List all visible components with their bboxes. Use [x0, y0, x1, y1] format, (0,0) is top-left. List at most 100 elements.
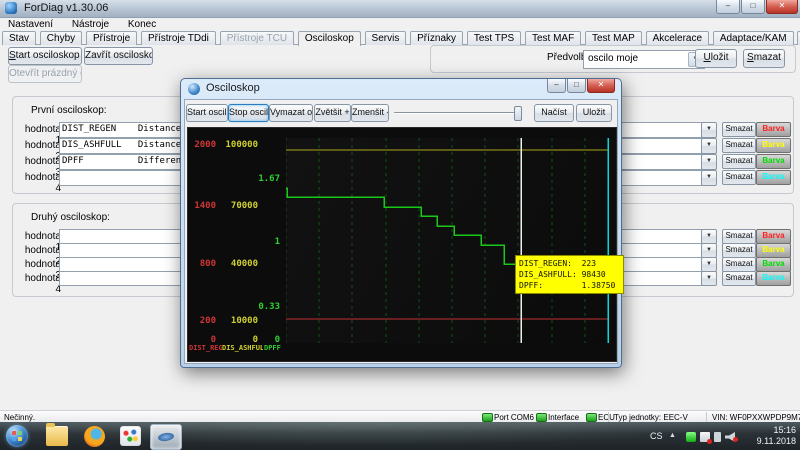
- clock-time: 15:16: [757, 425, 796, 436]
- dialog-maximize-button[interactable]: □: [567, 79, 586, 93]
- dropdown-arrow-button[interactable]: ▼: [701, 170, 717, 186]
- nacist-button[interactable]: Načíst: [534, 104, 574, 122]
- smazat-row-button[interactable]: Smazat: [722, 243, 756, 258]
- tab-pristroje[interactable]: Přístroje: [86, 31, 137, 45]
- preset-save-button[interactable]: Uložit: [695, 49, 737, 68]
- language-indicator[interactable]: CS: [650, 431, 663, 441]
- tab-test-tps[interactable]: Test TPS: [467, 31, 521, 45]
- start-button[interactable]: [6, 425, 28, 447]
- smazat-row-button[interactable]: Smazat: [722, 170, 756, 185]
- paint-icon[interactable]: [120, 426, 141, 446]
- tab-akcelerace[interactable]: Akcelerace: [646, 31, 709, 45]
- barva-row-button[interactable]: Barva: [756, 122, 791, 137]
- zoom-slider[interactable]: [394, 105, 522, 120]
- smazat-row-button[interactable]: Smazat: [722, 229, 756, 244]
- stop-oscil-button[interactable]: Stop oscil.: [228, 104, 269, 122]
- scope-plot[interactable]: DIST_REGEN: 223 DIS_ASHFULL: 98430 DPFF:…: [286, 138, 616, 343]
- prvni-osciloskop-title: První osciloskop:: [31, 105, 107, 116]
- explorer-icon[interactable]: [46, 426, 68, 446]
- series-label-dpff: DPFF: [264, 344, 288, 353]
- vin-label: VIN: WF0PXXWPDP9M7840: [712, 413, 800, 422]
- maximize-button[interactable]: □: [741, 0, 765, 14]
- firefox-icon[interactable]: [84, 426, 105, 447]
- dropdown-arrow-button[interactable]: ▼: [701, 257, 717, 272]
- ecu-led: [586, 413, 597, 422]
- barva-row-button[interactable]: Barva: [756, 243, 791, 258]
- dropdown-arrow-button[interactable]: ▼: [701, 154, 717, 170]
- ecu-label: ECU: [598, 413, 615, 422]
- dialog-close-button[interactable]: ✕: [587, 79, 615, 93]
- tray-action-center-icon[interactable]: [700, 432, 710, 442]
- tray-expand-icon[interactable]: ▲: [669, 432, 676, 439]
- tab-stav[interactable]: Stav: [2, 31, 36, 45]
- tab-test-maf[interactable]: Test MAF: [525, 31, 581, 45]
- zoom-out-button[interactable]: Zmenšit -: [351, 104, 389, 122]
- preset-combobox[interactable]: oscilo moje ▼: [583, 50, 705, 69]
- dialog-minimize-button[interactable]: –: [547, 79, 566, 93]
- tab-osciloskop[interactable]: Osciloskop: [298, 31, 361, 46]
- axis-tick: 1: [275, 237, 280, 247]
- window-controls: – □ ✕: [715, 0, 798, 14]
- row-label: hodnota 4: [21, 172, 61, 194]
- preset-delete-button[interactable]: Smazat: [743, 49, 785, 68]
- tab-test-map[interactable]: Test MAP: [585, 31, 642, 45]
- barva-row-button[interactable]: Barva: [756, 170, 791, 185]
- smazat-row-button[interactable]: Smazat: [722, 154, 756, 169]
- barva-row-button[interactable]: Barva: [756, 271, 791, 286]
- vymazat-oscil-button[interactable]: Vymazat oscil.: [269, 104, 313, 122]
- oscilloscope-display: 2000 1400 800 200 0 100000 70000 40000 1…: [187, 127, 617, 362]
- dropdown-arrow-button[interactable]: ▼: [701, 243, 717, 258]
- close-button[interactable]: ✕: [766, 0, 798, 14]
- start-oscil-button[interactable]: Start oscil.: [186, 104, 228, 122]
- axis-dpff: 1.67 1 0.33 0: [246, 128, 280, 361]
- row-label: hodnota 4: [21, 273, 61, 295]
- tooltip-line: DIS_ASHFULL: 98430: [519, 269, 620, 280]
- interface-label: Interface: [548, 413, 579, 422]
- window-title: ForDiag v1.30.06: [24, 2, 108, 14]
- dialog-icon: [188, 83, 200, 95]
- dropdown-arrow-button[interactable]: ▼: [701, 122, 717, 138]
- axis-tick: 800: [200, 259, 216, 269]
- minimize-button[interactable]: –: [716, 0, 740, 14]
- audio-muted-badge: [733, 437, 738, 442]
- dropdown-arrow-button[interactable]: ▼: [701, 229, 717, 244]
- tab-bar: Stav Chyby Přístroje Přístroje TDdi Přís…: [2, 30, 798, 45]
- taskbar-clock[interactable]: 15:16 9.11.2018: [757, 425, 796, 447]
- smazat-row-button[interactable]: Smazat: [722, 257, 756, 272]
- tab-pristroje-tddi[interactable]: Přístroje TDdi: [141, 31, 216, 45]
- barva-row-button[interactable]: Barva: [756, 257, 791, 272]
- tab-pristroje-tcu: Přístroje TCU: [220, 31, 294, 45]
- ulozit-button[interactable]: Uložit: [576, 104, 612, 122]
- port-led: [482, 413, 493, 422]
- taskbar: CS ▲ 15:16 9.11.2018: [0, 422, 800, 450]
- zoom-in-button[interactable]: Zvětšit +: [314, 104, 351, 122]
- start-osciloskop-button[interactable]: Start osciloskop ...: [8, 47, 82, 65]
- menu-konec[interactable]: Konec: [120, 18, 164, 30]
- tooltip-line: DPFF: 1.38750: [519, 280, 620, 291]
- tab-adaptace-kam[interactable]: Adaptace/KAM: [713, 31, 794, 45]
- barva-row-button[interactable]: Barva: [756, 138, 791, 153]
- barva-row-button[interactable]: Barva: [756, 154, 791, 169]
- port-label: Port COM6: [494, 413, 534, 422]
- druhy-osciloskop-title: Druhý osciloskop:: [31, 212, 110, 223]
- axis-tick: 1400: [194, 201, 216, 211]
- smazat-row-button[interactable]: Smazat: [722, 271, 756, 286]
- tab-servis[interactable]: Servis: [365, 31, 407, 45]
- slider-thumb[interactable]: [514, 106, 522, 121]
- barva-row-button[interactable]: Barva: [756, 229, 791, 244]
- menu-nastroje[interactable]: Nástroje: [64, 18, 117, 30]
- tray-device-icon[interactable]: [714, 432, 721, 442]
- tab-chyby[interactable]: Chyby: [40, 31, 82, 45]
- dialog-body: Start oscil. Stop oscil. Vymazat oscil. …: [184, 99, 618, 364]
- dropdown-arrow-button[interactable]: ▼: [701, 138, 717, 154]
- tab-priznaky[interactable]: Příznaky: [410, 31, 463, 45]
- fordiag-taskbar-button[interactable]: [150, 424, 182, 450]
- series-label-dist-regen: DIST_REGEN: [189, 344, 222, 353]
- dropdown-arrow-button[interactable]: ▼: [701, 271, 717, 286]
- clock-date: 9.11.2018: [757, 436, 796, 447]
- smazat-row-button[interactable]: Smazat: [722, 138, 756, 153]
- smazat-row-button[interactable]: Smazat: [722, 122, 756, 137]
- menu-nastaveni[interactable]: Nastavení: [0, 18, 61, 30]
- zavrit-osciloskop-button[interactable]: Zavřít osciloskop: [84, 47, 153, 65]
- tray-antivirus-icon[interactable]: [686, 432, 696, 442]
